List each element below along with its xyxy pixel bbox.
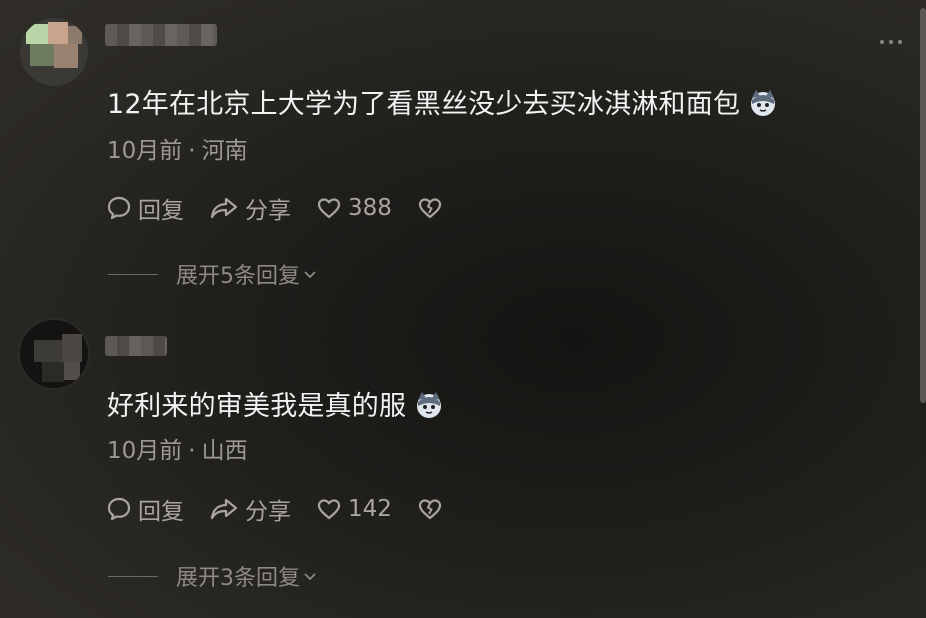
comment-time: 10月前 [107,438,183,464]
scrollbar[interactable] [920,8,926,403]
broken-heart-icon [418,198,442,219]
comment-location: 山西 [201,438,248,464]
chevron-down-icon [304,573,316,581]
chevron-down-icon [304,271,316,279]
heart-icon [317,499,341,520]
comment-text: 12年在北京上大学为了看黑丝没少去买冰淇淋和面包 [107,82,778,121]
share-button[interactable]: 分享 [208,191,291,225]
expand-replies-label: 展开5条回复 [176,264,300,289]
heart-icon [317,198,341,219]
comment-item: 12年在北京上大学为了看黑丝没少去买冰淇淋和面包 10月前·河南 回复 分享 [0,0,900,300]
comment-meta: 10月前 · 河南 [107,131,248,165]
reply-button[interactable]: 回复 [105,191,184,225]
expand-line [108,273,158,275]
share-arrow-icon [210,498,238,520]
like-count: 388 [348,195,392,221]
reply-label: 回复 [138,198,184,224]
avatar[interactable] [20,18,88,86]
like-count: 142 [348,496,392,522]
expand-replies-button[interactable]: 展开5条回复 [108,258,318,290]
username[interactable] [105,336,167,356]
share-label: 分享 [245,198,291,224]
comment-meta: 10月前 · 山西 [107,431,248,465]
comment-text: 好利来的审美我是真的服 [107,384,444,423]
comment-actions: 回复 分享 142 [105,492,473,526]
like-button[interactable]: 388 [315,194,392,222]
share-button[interactable]: 分享 [208,492,291,526]
cat-face-emoji-icon [417,392,442,418]
chat-bubble-icon [107,497,131,521]
share-label: 分享 [245,499,291,525]
comment-item: 好利来的审美我是真的服 10月前 · 山西 回复 分享 142 展开3条回复 [0,300,900,618]
reply-label: 回复 [138,499,184,525]
comment-time: 10月前 [107,138,183,164]
username[interactable] [105,24,217,46]
expand-line [108,575,158,577]
comment-location: 河南 [201,138,248,164]
dislike-button[interactable] [416,194,449,222]
comment-actions: 回复 分享 388 [105,191,473,225]
meta-separator: · [188,138,196,164]
broken-heart-icon [418,499,442,520]
expand-replies-button[interactable]: 展开3条回复 [108,560,318,592]
cat-face-emoji-icon [751,90,776,116]
chat-bubble-icon [107,196,131,220]
avatar[interactable] [18,318,90,390]
meta-separator: · [188,438,196,464]
share-arrow-icon [210,197,238,219]
like-button[interactable]: 142 [315,495,392,523]
reply-button[interactable]: 回复 [105,492,184,526]
dislike-button[interactable] [416,495,449,523]
expand-replies-label: 展开3条回复 [176,566,300,591]
